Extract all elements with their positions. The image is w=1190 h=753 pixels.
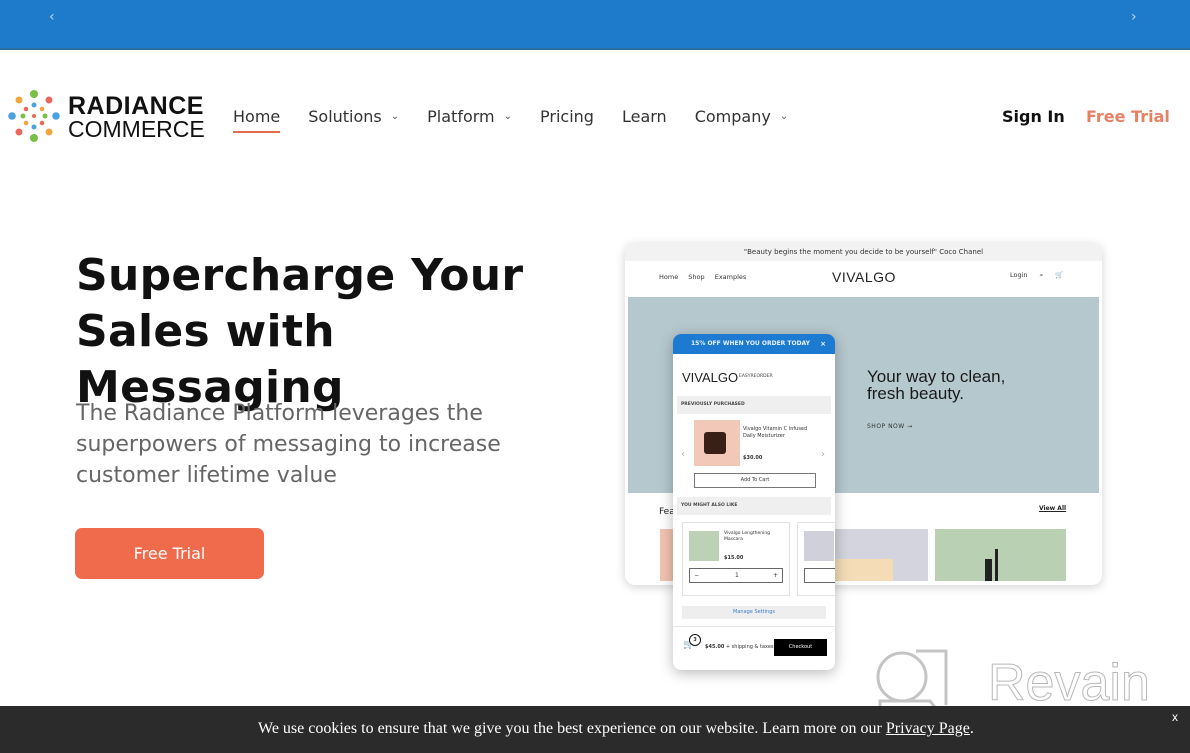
- search-icon: ⌕: [1039, 271, 1044, 279]
- divider: [673, 626, 835, 627]
- mockup-nav: Home Shop Examples VIVALGO Login ⌕ 🛒: [625, 261, 1102, 295]
- hero-title: Supercharge Your Sales with Messaging: [76, 250, 524, 413]
- cookie-banner: We use cookies to ensure that we give yo…: [0, 706, 1190, 753]
- mockup-nav-examples: Examples: [714, 273, 747, 281]
- phone-previously-purchased: PREVIOUSLY PURCHASED: [677, 396, 831, 414]
- announcement-bar: ‹ ›: [0, 0, 1190, 50]
- phone-promo-bar: 15% OFF WHEN YOU ORDER TODAY ×: [673, 334, 835, 354]
- total-amount: $45.00: [705, 644, 725, 650]
- chevron-down-icon: ⌄: [390, 111, 400, 122]
- header-free-trial-link[interactable]: Free Trial: [1086, 107, 1170, 126]
- minus-icon: −: [694, 572, 700, 579]
- cookie-close-button[interactable]: x: [1172, 710, 1178, 724]
- logo[interactable]: RADIANCE COMMERCE: [6, 86, 206, 146]
- chevron-down-icon: ⌄: [779, 111, 789, 122]
- quantity-value: 1: [735, 572, 739, 579]
- mockup-login: Login: [1010, 271, 1028, 279]
- nav-label: Home: [233, 107, 281, 126]
- phone-checkout-button: Checkout: [774, 639, 827, 656]
- prev-arrow-icon[interactable]: ‹: [49, 9, 55, 25]
- phone-product1-price: $30.00: [743, 455, 763, 461]
- cookie-message: We use cookies to ensure that we give yo…: [258, 720, 974, 738]
- plus-icon: +: [772, 572, 778, 579]
- mockup-nav-home: Home: [659, 273, 679, 281]
- radiance-logo-icon: [8, 90, 60, 142]
- nav-item-learn[interactable]: Learn: [622, 107, 667, 126]
- nav-label: Platform: [427, 107, 495, 126]
- nav-item-solutions[interactable]: Solutions ⌄: [308, 107, 399, 126]
- nav-label: Learn: [621, 107, 667, 126]
- phone-quantity-stepper: − 1 +: [689, 568, 783, 583]
- nav-item-pricing[interactable]: Pricing: [540, 107, 594, 126]
- chevron-left-icon: ‹: [681, 449, 685, 460]
- close-icon: ×: [820, 340, 826, 348]
- moisturizer-image: [694, 420, 740, 466]
- mockup-banner-title: Your way to clean, fresh beauty.: [867, 367, 1006, 403]
- chevron-down-icon: ⌄: [503, 111, 513, 122]
- phone-promo-text: 15% OFF WHEN YOU ORDER TODAY: [691, 340, 810, 347]
- privacy-page-link[interactable]: Privacy Page: [886, 720, 970, 737]
- main-nav: Home Solutions ⌄ Platform ⌄ Pricing Learn …: [233, 107, 816, 133]
- hero-subtitle: The Radiance Platform leverages the supe…: [76, 401, 501, 488]
- sign-in-link[interactable]: Sign In: [1002, 107, 1065, 126]
- cookie-text-end: .: [969, 720, 974, 737]
- mockup-product-tile: [935, 529, 1066, 581]
- phone-easyreorder: EASYREORDER: [739, 374, 773, 379]
- phone-quantity-stepper: [804, 568, 835, 583]
- phone-total: $45.00 + shipping & taxes: [705, 644, 774, 650]
- mockup-nav-shop: Shop: [688, 273, 705, 281]
- nav-item-platform[interactable]: Platform ⌄: [427, 107, 512, 126]
- mockup-view-all: View All: [1039, 505, 1067, 512]
- free-trial-button[interactable]: Free Trial: [75, 528, 264, 579]
- phone-product-card: [797, 522, 835, 596]
- phone-add-to-cart: Add To Cart: [694, 473, 816, 488]
- phone-logo: VIVALGO: [682, 370, 739, 385]
- nav-label: Company: [694, 107, 771, 126]
- watermark-text: Revain: [988, 654, 1151, 713]
- mockup-logo: VIVALGO: [832, 269, 896, 285]
- next-arrow-icon[interactable]: ›: [1131, 9, 1137, 25]
- nav-item-home[interactable]: Home: [233, 107, 281, 133]
- mockup-product-tile: [833, 529, 928, 581]
- product-image: [804, 531, 834, 561]
- phone-product2-name: Vivalgo Lengthening Mascara: [724, 531, 771, 542]
- mockup-shop-now: SHOP NOW →: [867, 423, 913, 430]
- brand-subname: COMMERCE: [68, 116, 205, 142]
- nav-item-company[interactable]: Company ⌄: [695, 107, 789, 126]
- nav-label: Pricing: [540, 107, 594, 126]
- total-suffix: + shipping & taxes: [724, 644, 774, 650]
- mockup-quote: "Beauty begins the moment you decide to …: [625, 243, 1102, 261]
- cart-count-badge: 3: [689, 634, 701, 646]
- phone-you-might-like: YOU MIGHT ALSO LIKE: [677, 497, 831, 515]
- phone-product2-price: $15.00: [724, 555, 744, 561]
- nav-label: Solutions: [308, 107, 382, 126]
- phone-mockup-image: 15% OFF WHEN YOU ORDER TODAY × VIVALGO E…: [673, 334, 835, 670]
- cart-icon: 🛒: [1055, 271, 1064, 279]
- phone-product1-name: Vivalgo Vitamin C Infused Daily Moisturi…: [743, 426, 808, 439]
- cookie-text: We use cookies to ensure that we give yo…: [258, 720, 886, 737]
- chevron-right-icon: ›: [821, 449, 825, 460]
- phone-manage-settings: Manage Settings: [682, 606, 826, 619]
- phone-product-card: Vivalgo Lengthening Mascara $15.00 − 1 +: [682, 522, 790, 596]
- mascara-image: [689, 531, 719, 561]
